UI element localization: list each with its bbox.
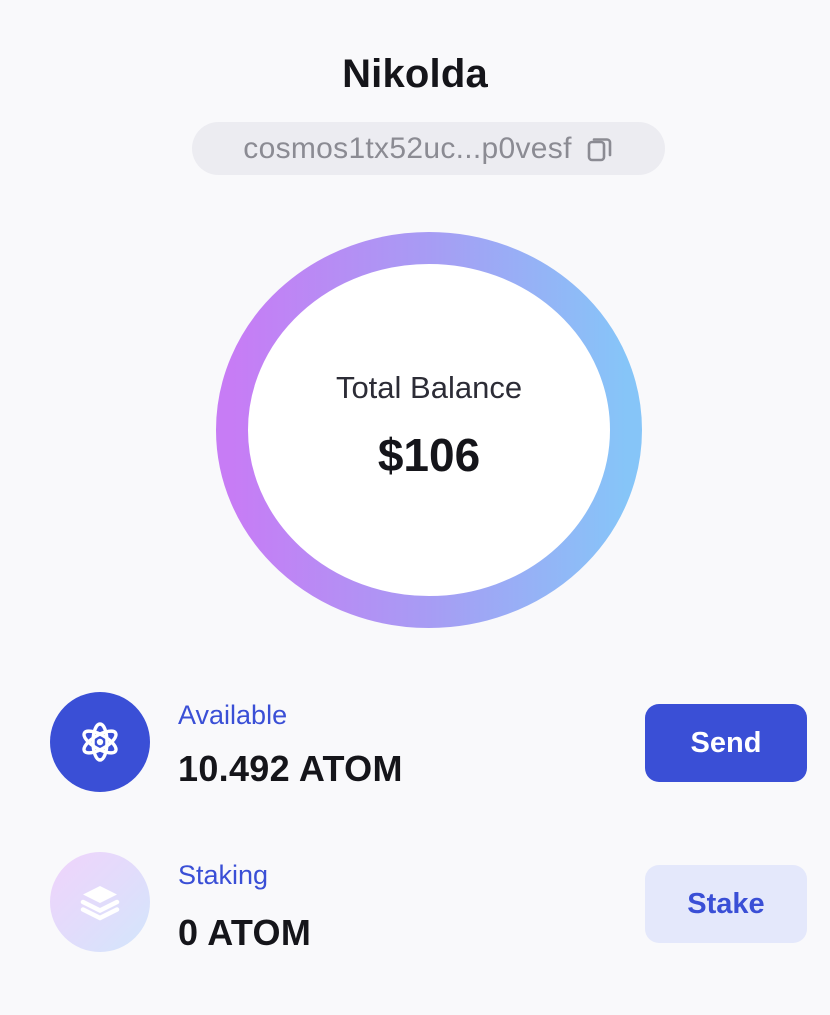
available-amount: 10.492 ATOM [178,748,403,789]
send-button[interactable]: Send [645,704,807,782]
stake-button[interactable]: Stake [645,865,807,943]
stack-layers-icon [50,852,150,952]
staking-amount: 0 ATOM [178,912,312,953]
atom-icon [50,692,150,792]
balance-label: Total Balance [335,370,523,405]
address-pill[interactable]: cosmos1tx52uc...p0vesf [192,122,665,175]
balance-summary: Total Balance $106 [216,232,642,628]
copy-icon[interactable] [586,135,614,163]
available-label: Available [178,700,288,730]
balance-value: $106 [377,429,481,481]
staking-label: Staking [178,860,269,890]
wallet-name: Nikolda [342,52,488,96]
wallet-address: cosmos1tx52uc...p0vesf [243,131,572,165]
